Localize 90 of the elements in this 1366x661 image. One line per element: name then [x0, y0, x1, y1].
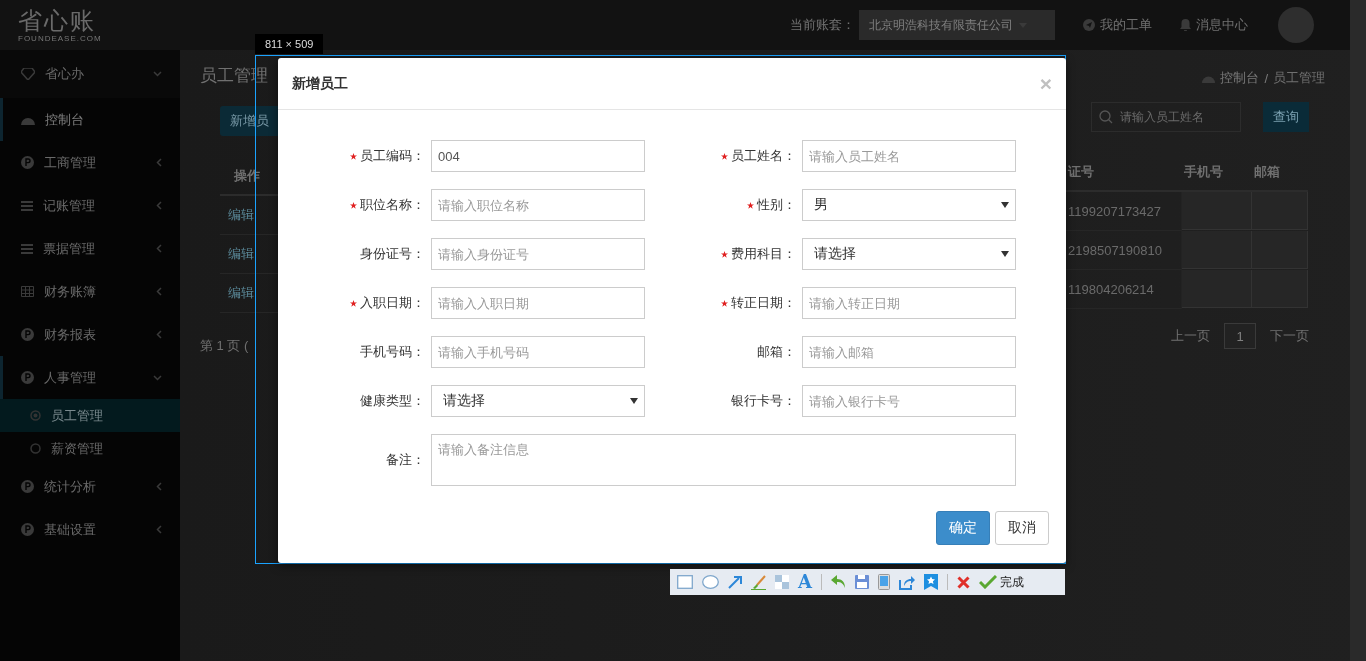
field-label: 员工编码：	[360, 147, 425, 165]
breadcrumb-separator: /	[1264, 70, 1268, 86]
text-field[interactable]: 请输入身份证号	[431, 238, 645, 270]
field-label: 手机号码：	[360, 343, 425, 361]
sidebar-item[interactable]: 统计分析	[0, 465, 180, 508]
logo-subtitle: FOUNDEASE.COM	[18, 33, 103, 43]
caret-icon	[630, 398, 638, 404]
circle-icon	[30, 443, 41, 454]
caret-icon	[1001, 251, 1009, 257]
account-select[interactable]: 北京明浩科技有限责任公司	[859, 10, 1055, 40]
text-tool-button[interactable]: A	[798, 573, 812, 591]
sidebar-item[interactable]: 财务报表	[0, 313, 180, 356]
message-center-link[interactable]: 消息中心	[1180, 16, 1248, 34]
page-number-button[interactable]: 1	[1224, 323, 1256, 349]
sidebar-item[interactable]: 票据管理	[0, 227, 180, 270]
field-label: 银行卡号：	[731, 392, 796, 410]
text-field[interactable]: 请输入职位名称	[431, 189, 645, 221]
sidebar-subitem[interactable]: 薪资管理	[0, 432, 180, 465]
tablet-icon[interactable]	[877, 574, 890, 590]
text-field[interactable]: 请输入银行卡号	[802, 385, 1016, 417]
field-label: 健康类型：	[360, 392, 425, 410]
send-icon	[1083, 19, 1095, 31]
breadcrumb-link[interactable]: 控制台	[1220, 69, 1260, 87]
diamond-icon	[21, 68, 35, 80]
edit-link[interactable]: 编辑	[228, 206, 254, 224]
undo-icon[interactable]	[830, 575, 846, 589]
done-button[interactable]: 完成	[978, 573, 1024, 591]
cancel-button[interactable]: 取消	[995, 511, 1049, 545]
sidebar-item[interactable]: 财务账簿	[0, 270, 180, 313]
close-icon[interactable]	[956, 575, 970, 589]
search-icon	[1099, 110, 1113, 124]
text-field[interactable]: 请输入邮箱	[802, 336, 1016, 368]
text-field[interactable]: 请输入转正日期	[802, 287, 1016, 319]
search-field[interactable]: 请输入员工姓名	[1091, 102, 1241, 132]
parking-icon	[21, 156, 34, 169]
rectangle-icon[interactable]	[677, 575, 693, 589]
share-icon[interactable]	[898, 574, 915, 590]
list-icon	[21, 200, 33, 211]
text-field[interactable]: 004	[431, 140, 645, 172]
text-field[interactable]: 请输入入职日期	[431, 287, 645, 319]
text-field[interactable]: 请输入手机号码	[431, 336, 645, 368]
table-icon	[21, 286, 34, 297]
brush-icon[interactable]	[751, 574, 766, 590]
field-label: 备注：	[386, 451, 425, 469]
selection-size-label: 811 × 509	[255, 34, 324, 54]
field-label: 费用科目：	[731, 245, 796, 263]
field-label: 职位名称：	[360, 196, 425, 214]
add-employee-button[interactable]: 新增员	[220, 106, 278, 136]
notes-field[interactable]: 请输入备注信息	[431, 434, 1016, 486]
scrollbar[interactable]	[1350, 0, 1366, 661]
ellipse-icon[interactable]	[702, 575, 719, 589]
sidebar-item[interactable]: 省心办	[0, 50, 180, 98]
mosaic-icon[interactable]	[775, 575, 789, 589]
field-label: 员工姓名：	[731, 147, 796, 165]
edit-link[interactable]: 编辑	[228, 284, 254, 302]
edit-link[interactable]: 编辑	[228, 245, 254, 263]
sidebar-item[interactable]: 工商管理	[0, 141, 180, 184]
dialog-title: 新增员工	[292, 74, 349, 93]
logo: 省心账	[18, 7, 97, 34]
parking-icon	[21, 480, 34, 493]
page-info: 第 1 页 (	[200, 337, 250, 355]
field-label: 性别：	[757, 196, 796, 214]
arrow-icon[interactable]	[728, 575, 742, 589]
query-button[interactable]: 查询	[1263, 102, 1309, 132]
bell-icon	[1180, 19, 1191, 31]
caret-icon	[1001, 202, 1009, 208]
sidebar-item[interactable]: 基础设置	[0, 508, 180, 551]
field-label: 身份证号：	[360, 245, 425, 263]
work-order-link[interactable]: 我的工单	[1083, 16, 1152, 34]
parking-icon	[21, 371, 34, 384]
list-icon	[21, 243, 33, 254]
select-field[interactable]: 请选择	[802, 238, 1016, 270]
sidebar-item[interactable]: 记账管理	[0, 184, 180, 227]
save-icon[interactable]	[854, 575, 869, 589]
select-field[interactable]: 男	[802, 189, 1016, 221]
star-bookmark-icon[interactable]	[923, 574, 938, 590]
field-label: 转正日期：	[731, 294, 796, 312]
parking-icon	[21, 328, 34, 341]
breadcrumb-current: 员工管理	[1273, 69, 1325, 87]
radio-dot-icon	[30, 410, 41, 421]
account-label: 当前账套：	[790, 16, 855, 34]
select-field[interactable]: 请选择	[431, 385, 645, 417]
field-label: 入职日期：	[360, 294, 425, 312]
avatar[interactable]	[1278, 7, 1314, 43]
field-label: 邮箱：	[757, 343, 796, 361]
text-field[interactable]: 请输入员工姓名	[802, 140, 1016, 172]
check-icon	[978, 575, 997, 589]
parking-icon	[21, 523, 34, 536]
sidebar-subitem[interactable]: 员工管理	[0, 399, 180, 432]
confirm-button[interactable]: 确定	[936, 511, 990, 545]
